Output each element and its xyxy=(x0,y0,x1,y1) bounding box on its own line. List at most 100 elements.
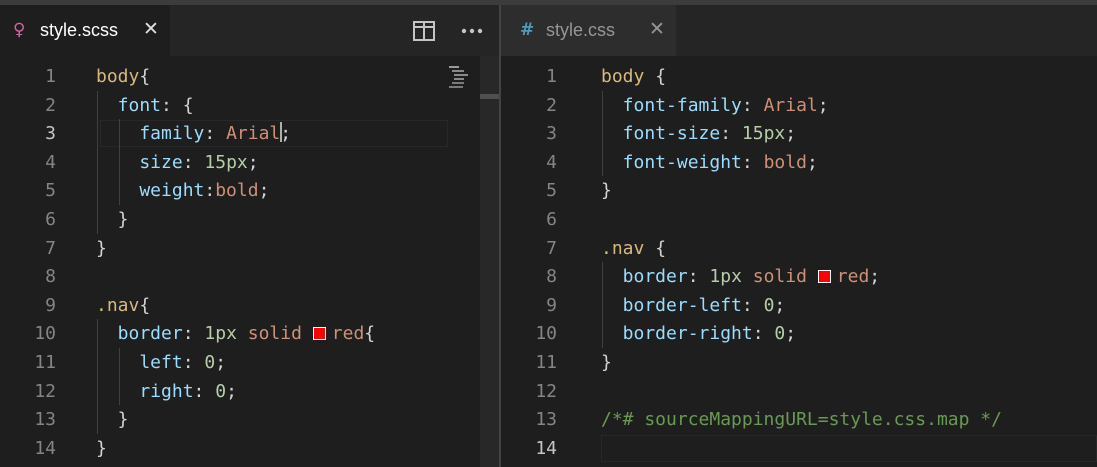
line-number: 1 xyxy=(45,66,56,87)
color-swatch[interactable] xyxy=(312,327,326,341)
code-token: : xyxy=(720,123,742,145)
code-line[interactable]: 1 body { xyxy=(501,62,1097,91)
code-line[interactable]: 7} xyxy=(0,234,499,263)
indent-guide xyxy=(97,319,98,434)
code-token: solid xyxy=(247,323,302,345)
code-line[interactable]: 13 /*# sourceMappingURL=style.css.map */ xyxy=(501,405,1097,434)
code-token: } xyxy=(601,352,612,373)
code-token: body xyxy=(601,66,645,87)
editor-pane-css[interactable]: # style.css ✕ 1 body {2 font-family: Aria… xyxy=(501,5,1097,467)
line-number: 3 xyxy=(546,123,557,145)
code-line[interactable]: 14} xyxy=(0,434,499,463)
line-number: 8 xyxy=(546,266,557,288)
code-line[interactable]: 7 .nav { xyxy=(501,234,1097,263)
code-token: 15px xyxy=(741,123,786,145)
code-line[interactable]: 11 left: 0; xyxy=(0,348,499,377)
code-line[interactable]: 6 xyxy=(501,205,1097,234)
code-token: .nav xyxy=(96,294,140,316)
code-line[interactable]: 5 weight:bold; xyxy=(0,176,499,205)
editor-pane-scss[interactable]: ♀ style.scss ✕ 1 body{2 font: {3 famil… xyxy=(0,5,499,467)
code-token: { xyxy=(644,237,667,259)
split-editor-icon[interactable] xyxy=(413,21,435,41)
code-line[interactable]: 10 border-right: 0; xyxy=(501,319,1097,348)
indent-guide xyxy=(602,90,603,177)
code-line[interactable]: 4 font-weight: bold; xyxy=(501,148,1097,177)
code-token: red xyxy=(331,323,365,345)
code-editor[interactable]: 1 body {2 font-family: Arial; 3 font-size:… xyxy=(501,56,1097,467)
code-line[interactable]: 4 size: 15px; xyxy=(0,148,499,177)
code-line[interactable]: 9 .nav{ xyxy=(0,291,499,320)
css-file-icon: # xyxy=(520,20,535,40)
code-line[interactable]: 6 } xyxy=(0,205,499,234)
more-actions-icon[interactable] xyxy=(461,28,483,34)
code-token: ; xyxy=(785,123,797,145)
tab-style-scss[interactable]: ♀ style.scss ✕ xyxy=(0,5,170,56)
color-swatch[interactable] xyxy=(817,270,831,284)
code-token: } xyxy=(96,409,129,431)
close-icon[interactable]: ✕ xyxy=(649,18,665,40)
line-number: 9 xyxy=(45,294,56,316)
code-editor[interactable]: 1 body{2 font: {3 family: Arial; 4 size: 1… xyxy=(0,56,499,467)
line-number: 5 xyxy=(546,180,557,202)
code-line[interactable]: 2 font-family: Arial; xyxy=(501,91,1097,120)
line-number: 5 xyxy=(45,180,56,202)
line-number: 8 xyxy=(45,266,56,288)
code-text: .nav{ xyxy=(96,291,150,320)
line-number: 6 xyxy=(546,209,557,230)
code-token: .nav xyxy=(601,237,645,259)
close-icon[interactable]: ✕ xyxy=(143,18,159,40)
code-text: /*# sourceMappingURL=style.css.map */ xyxy=(601,405,1002,434)
code-line[interactable]: 12 right: 0; xyxy=(0,377,499,406)
line-number: 11 xyxy=(34,352,56,373)
code-token: 15px xyxy=(204,151,248,173)
code-line[interactable]: 2 font: { xyxy=(0,91,499,120)
code-token: : xyxy=(687,266,710,288)
code-token: font-size xyxy=(601,123,721,145)
code-text: body{ xyxy=(96,62,150,91)
code-token: /*# sourceMappingURL=style.css.map */ xyxy=(601,409,1002,431)
code-token: 0 xyxy=(204,352,216,373)
line-number: 6 xyxy=(45,209,56,230)
indent-guide xyxy=(602,262,603,348)
line-number: 4 xyxy=(45,151,56,173)
code-token: } xyxy=(601,180,612,202)
line-number: 14 xyxy=(34,437,56,459)
code-token: 1px xyxy=(709,266,742,288)
code-line[interactable]: 8 xyxy=(0,262,499,291)
code-line[interactable]: 3 font-size: 15px; xyxy=(501,119,1097,148)
code-token: ; xyxy=(247,151,259,173)
code-token: : xyxy=(741,94,764,116)
line-number: 10 xyxy=(34,323,56,345)
code-token: font-weight xyxy=(601,151,742,173)
code-token: : xyxy=(752,323,775,345)
indent-guide xyxy=(118,348,120,406)
code-line[interactable]: 13 } xyxy=(0,405,499,434)
code-text: border: 1px solid red; xyxy=(601,262,880,291)
code-token: } xyxy=(96,209,129,230)
code-line[interactable]: 1 body{ xyxy=(0,62,499,91)
current-line-highlight xyxy=(100,120,448,148)
code-line[interactable]: 8 border: 1px solid red; xyxy=(501,262,1097,291)
code-token: ; xyxy=(258,180,270,202)
indent-guide xyxy=(118,119,120,205)
tab-style-css[interactable]: # style.css ✕ xyxy=(501,5,676,56)
line-number: 2 xyxy=(45,94,56,116)
line-number: 11 xyxy=(535,352,557,373)
code-line[interactable]: 5} xyxy=(501,176,1097,205)
code-line[interactable]: 11} xyxy=(501,348,1097,377)
code-text: } xyxy=(96,405,129,434)
code-token: : xyxy=(193,380,216,402)
code-line[interactable]: 9 border-left: 0; xyxy=(501,291,1097,320)
code-token: font xyxy=(96,94,162,116)
line-number: 2 xyxy=(546,94,557,116)
line-number: 10 xyxy=(535,323,557,345)
code-token: ; xyxy=(774,294,786,316)
code-token: } xyxy=(96,237,107,259)
code-token: ; xyxy=(215,352,227,373)
code-line[interactable]: 12 xyxy=(501,377,1097,406)
code-line[interactable]: 10 border: 1px solid red{ xyxy=(0,319,499,348)
code-token: Arial xyxy=(763,94,818,116)
line-number: 12 xyxy=(34,380,56,402)
